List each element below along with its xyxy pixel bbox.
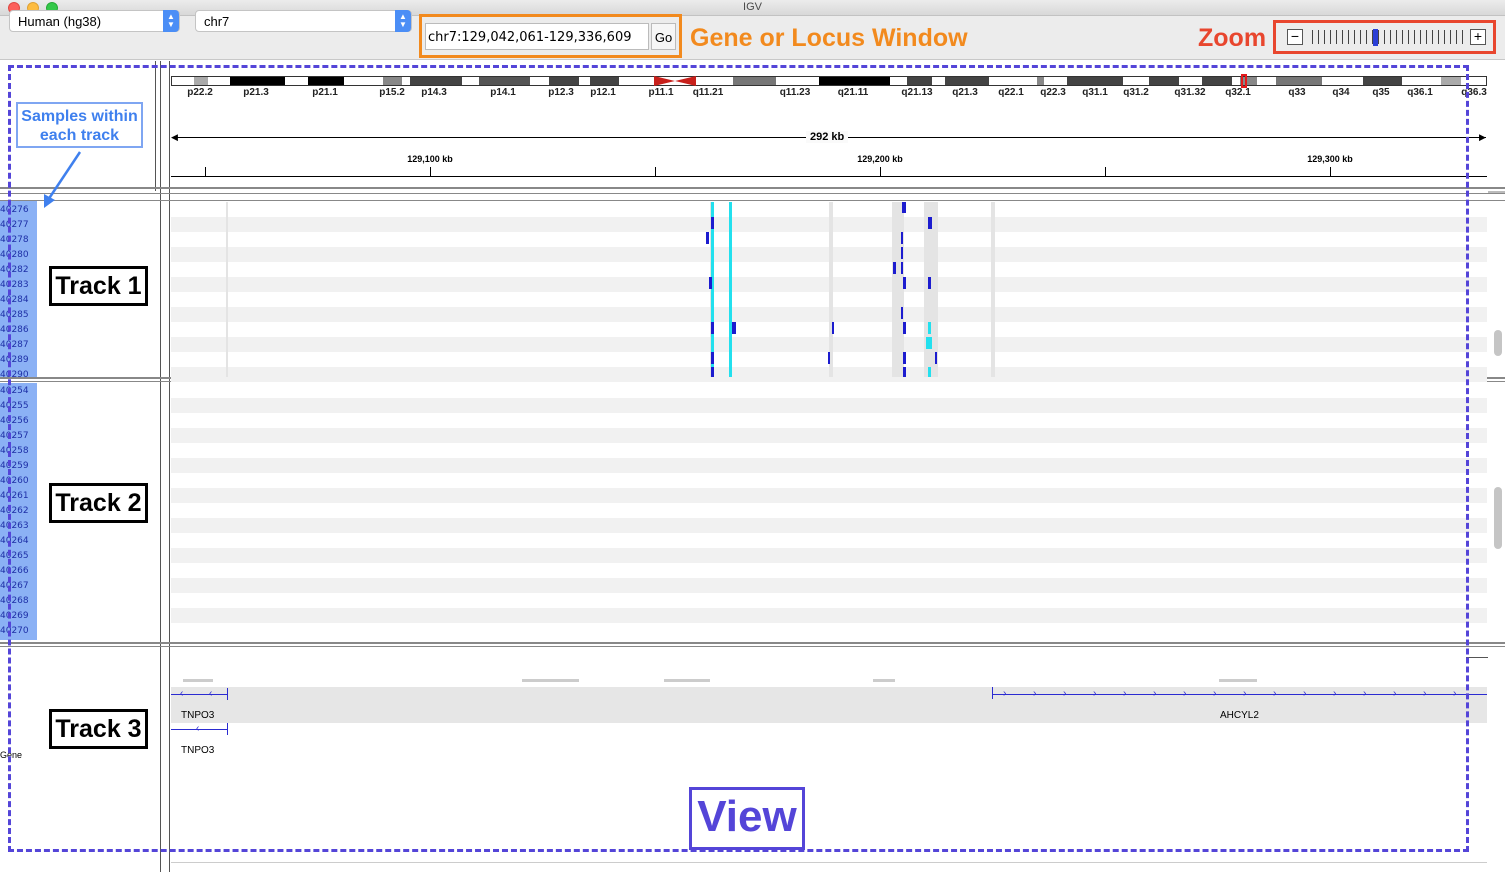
view-annotation: View	[689, 787, 805, 850]
track3-scroll-marker	[1466, 657, 1488, 658]
bottom-divider	[171, 862, 1487, 863]
locus-window-annotation: Gene or Locus Window	[690, 24, 968, 52]
zoom-out-button[interactable]: −	[1287, 29, 1303, 45]
zoom-annotation: Zoom	[1198, 24, 1267, 52]
chevron-updown-icon: ▲ ▼	[395, 10, 411, 32]
track1-scrollbar[interactable]	[1494, 330, 1502, 356]
track2-scrollbar[interactable]	[1494, 487, 1502, 549]
locus-input[interactable]: chr7:129,042,061-129,336,609	[425, 23, 649, 50]
go-button[interactable]: Go	[651, 23, 676, 50]
genome-select[interactable]: Human (hg38) ▲ ▼	[9, 10, 180, 32]
samples-annotation: Samples within each track	[16, 102, 143, 148]
zoom-in-button[interactable]: +	[1470, 29, 1486, 45]
view-dashed-frame	[8, 65, 1469, 852]
zoom-slider-thumb[interactable]	[1372, 29, 1378, 46]
zoom-slider[interactable]	[1312, 30, 1464, 44]
genome-select-value: Human (hg38)	[18, 14, 102, 29]
header-resize-handle[interactable]	[1488, 191, 1505, 193]
chromosome-select-value: chr7	[204, 14, 230, 29]
ruler-right-arrow-icon: ▶	[1479, 132, 1486, 142]
chromosome-select[interactable]: chr7 ▲ ▼	[195, 10, 412, 32]
samples-pointer-arrow-icon	[44, 151, 82, 208]
chevron-updown-icon: ▲ ▼	[163, 10, 179, 32]
